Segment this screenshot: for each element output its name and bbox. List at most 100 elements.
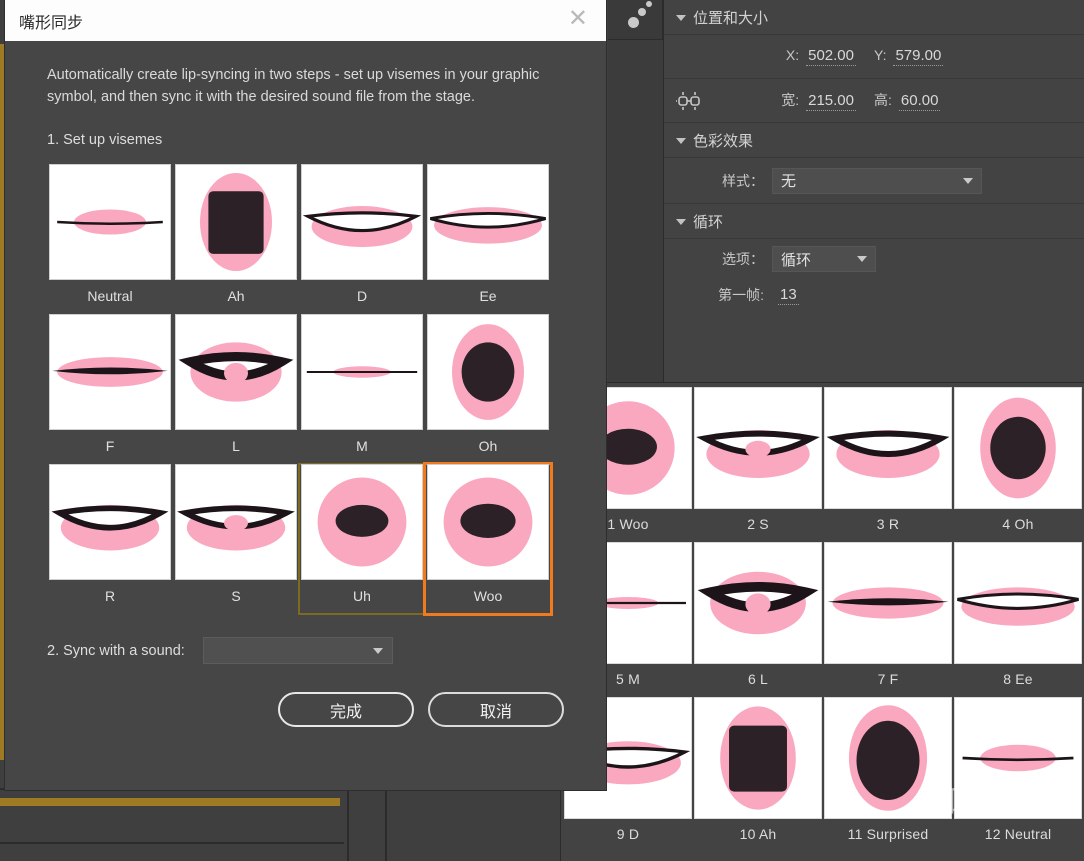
timeline-divider xyxy=(0,842,344,844)
viseme-box[interactable]: Neutral xyxy=(47,164,173,314)
library-thumbnail-l-icon[interactable] xyxy=(694,542,822,664)
viseme-box[interactable]: Uh xyxy=(298,463,426,615)
cancel-button[interactable]: 取消 xyxy=(428,692,564,727)
viseme-cell-ah[interactable]: Ah xyxy=(173,164,299,314)
done-button[interactable]: 完成 xyxy=(278,692,414,727)
step2-label: 2. Sync with a sound: xyxy=(47,642,185,659)
viseme-box[interactable]: F xyxy=(47,314,173,464)
viseme-cell-m[interactable]: M xyxy=(299,314,425,464)
viseme-thumbnail-l-icon[interactable] xyxy=(175,314,297,430)
viseme-thumbnail-ee-icon[interactable] xyxy=(427,164,549,280)
library-thumbnail-surprised-icon[interactable] xyxy=(824,697,952,819)
viseme-library-grid: 1 Woo 2 S 3 R 4 Oh 5 M 6 L 7 F 8 Ee 9 D … xyxy=(564,387,1082,850)
tools-strip xyxy=(608,40,664,384)
viseme-box[interactable]: Woo xyxy=(423,462,553,616)
viseme-label: Uh xyxy=(353,588,371,604)
library-cell-2-s[interactable]: 2 S xyxy=(694,387,822,540)
field-height-value[interactable]: 60.00 xyxy=(898,92,941,111)
lip-sync-dialog: 嘴形同步 ✕ Automatically create lip-syncing … xyxy=(5,0,606,790)
viseme-box[interactable]: Ah xyxy=(173,164,299,314)
library-cell-10-ah[interactable]: 10 Ah xyxy=(694,697,822,850)
viseme-label: L xyxy=(232,438,240,454)
library-thumbnail-r-icon[interactable] xyxy=(824,387,952,509)
sound-select[interactable] xyxy=(202,637,393,664)
chevron-down-icon xyxy=(676,14,686,21)
section-position-and-size[interactable]: 位置和大小 xyxy=(664,0,1084,35)
row-wh: 宽: 215.00 高: 60.00 xyxy=(664,79,1084,123)
viseme-box[interactable]: Ee xyxy=(425,164,551,314)
library-cell-6-l[interactable]: 6 L xyxy=(694,542,822,695)
viseme-library-panel: 1 Woo 2 S 3 R 4 Oh 5 M 6 L 7 F 8 Ee 9 D … xyxy=(560,382,1084,861)
library-thumbnail-oh-icon[interactable] xyxy=(954,387,1082,509)
library-label: 7 F xyxy=(877,671,899,687)
field-y[interactable]: Y: 579.00 xyxy=(856,47,1016,66)
field-width-value[interactable]: 215.00 xyxy=(806,92,856,111)
viseme-thumbnail-uh-icon[interactable] xyxy=(301,464,423,580)
viseme-thumbnail-oh-icon[interactable] xyxy=(427,314,549,430)
field-height-label: 高: xyxy=(874,92,892,108)
panel-divider-1 xyxy=(347,790,349,861)
section-loop[interactable]: 循环 xyxy=(664,204,1084,239)
viseme-cell-d[interactable]: D xyxy=(299,164,425,314)
viseme-box[interactable]: L xyxy=(173,314,299,464)
library-thumbnail-ah-icon[interactable] xyxy=(694,697,822,819)
dialog-buttons: 完成 取消 xyxy=(47,692,566,727)
library-thumbnail-ee-icon[interactable] xyxy=(954,542,1082,664)
viseme-cell-f[interactable]: F xyxy=(47,314,173,464)
panel-grip[interactable] xyxy=(608,0,663,40)
viseme-thumbnail-s-icon[interactable] xyxy=(175,464,297,580)
viseme-cell-uh[interactable]: Uh xyxy=(298,463,426,615)
field-y-value[interactable]: 579.00 xyxy=(893,47,944,66)
viseme-box[interactable]: R xyxy=(47,464,173,614)
loop-option-label: 选项： xyxy=(722,251,764,267)
viseme-thumbnail-m-icon[interactable] xyxy=(301,314,423,430)
viseme-cell-ee[interactable]: Ee xyxy=(425,164,551,314)
row-xy: X: 502.00 Y: 579.00 xyxy=(664,35,1084,79)
viseme-thumbnail-f-icon[interactable] xyxy=(49,314,171,430)
library-cell-8-ee[interactable]: 8 Ee xyxy=(954,542,1082,695)
section-color-effect[interactable]: 色彩效果 xyxy=(664,123,1084,158)
loop-option-select[interactable]: 循环 xyxy=(772,246,876,272)
viseme-label: D xyxy=(356,288,368,304)
viseme-thumbnail-ah-icon[interactable] xyxy=(175,164,297,280)
library-label: 9 D xyxy=(616,826,640,842)
viseme-box[interactable]: D xyxy=(299,164,425,314)
library-thumbnail-neutral-icon[interactable] xyxy=(954,697,1082,819)
viseme-cell-woo[interactable]: Woo xyxy=(423,462,553,616)
field-width[interactable]: 宽: 215.00 xyxy=(714,90,856,111)
dialog-body: Automatically create lip-syncing in two … xyxy=(5,41,606,727)
viseme-label: R xyxy=(104,588,116,604)
dialog-title-bar: 嘴形同步 ✕ xyxy=(5,0,606,41)
viseme-cell-r[interactable]: R xyxy=(47,464,173,614)
library-thumbnail-f-icon[interactable] xyxy=(824,542,952,664)
style-select[interactable]: 无 xyxy=(772,167,982,194)
viseme-box[interactable]: S xyxy=(173,464,299,614)
viseme-thumbnail-neutral-icon[interactable] xyxy=(49,164,171,280)
field-height[interactable]: 高: 60.00 xyxy=(856,90,1016,111)
viseme-box[interactable]: M xyxy=(299,314,425,464)
first-frame-value[interactable]: 13 xyxy=(778,286,799,305)
viseme-cell-s[interactable]: S xyxy=(173,464,299,614)
library-label: 8 Ee xyxy=(1003,671,1033,687)
viseme-cell-neutral[interactable]: Neutral xyxy=(47,164,173,314)
viseme-cell-oh[interactable]: Oh xyxy=(425,314,551,464)
broken-chain-icon[interactable] xyxy=(676,90,702,112)
panel-grip-dot-2 xyxy=(638,8,646,16)
viseme-thumbnail-r-icon[interactable] xyxy=(49,464,171,580)
library-cell-3-r[interactable]: 3 R xyxy=(824,387,952,540)
library-cell-12-neutral[interactable]: 12 Neutral xyxy=(954,697,1082,850)
library-cell-7-f[interactable]: 7 F xyxy=(824,542,952,695)
viseme-box[interactable]: Oh xyxy=(425,314,551,464)
viseme-thumbnail-woo-icon[interactable] xyxy=(427,464,549,580)
library-cell-4-oh[interactable]: 4 Oh xyxy=(954,387,1082,540)
viseme-cell-l[interactable]: L xyxy=(173,314,299,464)
close-icon[interactable]: ✕ xyxy=(566,7,590,34)
properties-panel: 位置和大小 X: 502.00 Y: 579.00 宽: 215.00 高: 6… xyxy=(663,0,1084,384)
library-thumbnail-s-icon[interactable] xyxy=(694,387,822,509)
field-x-label: X: xyxy=(785,47,800,63)
viseme-thumbnail-d-icon[interactable] xyxy=(301,164,423,280)
field-x[interactable]: X: 502.00 xyxy=(676,47,856,66)
field-x-value[interactable]: 502.00 xyxy=(806,47,856,66)
library-cell-11-surprised[interactable]: 11 Surprised xyxy=(824,697,952,850)
section-title: 位置和大小 xyxy=(693,10,769,27)
